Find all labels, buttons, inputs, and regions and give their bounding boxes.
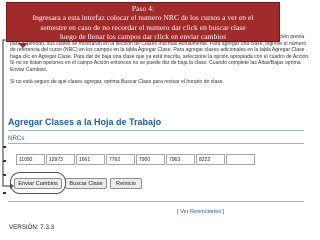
crn-field-7[interactable]	[196, 154, 225, 165]
submit-highlight-ring	[10, 172, 66, 194]
version-label: VERSIÓN: 7.3.3	[9, 224, 55, 231]
section-divider	[8, 143, 304, 144]
crn-field-2[interactable]	[46, 154, 75, 165]
view-holds-link[interactable]: [ Ver Retenciones ]	[177, 209, 224, 215]
side-marks	[0, 140, 8, 200]
crn-field-1[interactable]	[16, 154, 45, 165]
title-divider	[8, 130, 304, 131]
crn-field-4[interactable]	[106, 154, 135, 165]
crn-field-8[interactable]	[226, 154, 255, 165]
footer-divider	[8, 201, 304, 202]
crn-field-5[interactable]	[136, 154, 165, 165]
crn-field-6[interactable]	[166, 154, 195, 165]
search-class-button[interactable]: Buscar Clase	[65, 178, 107, 189]
page-title: Agregar Clases a la Hoja de Trabajo	[8, 117, 162, 127]
crn-section-label: NRCs	[8, 135, 25, 142]
reset-button[interactable]: Reinicio	[110, 178, 142, 189]
crn-field-3[interactable]	[76, 154, 105, 165]
